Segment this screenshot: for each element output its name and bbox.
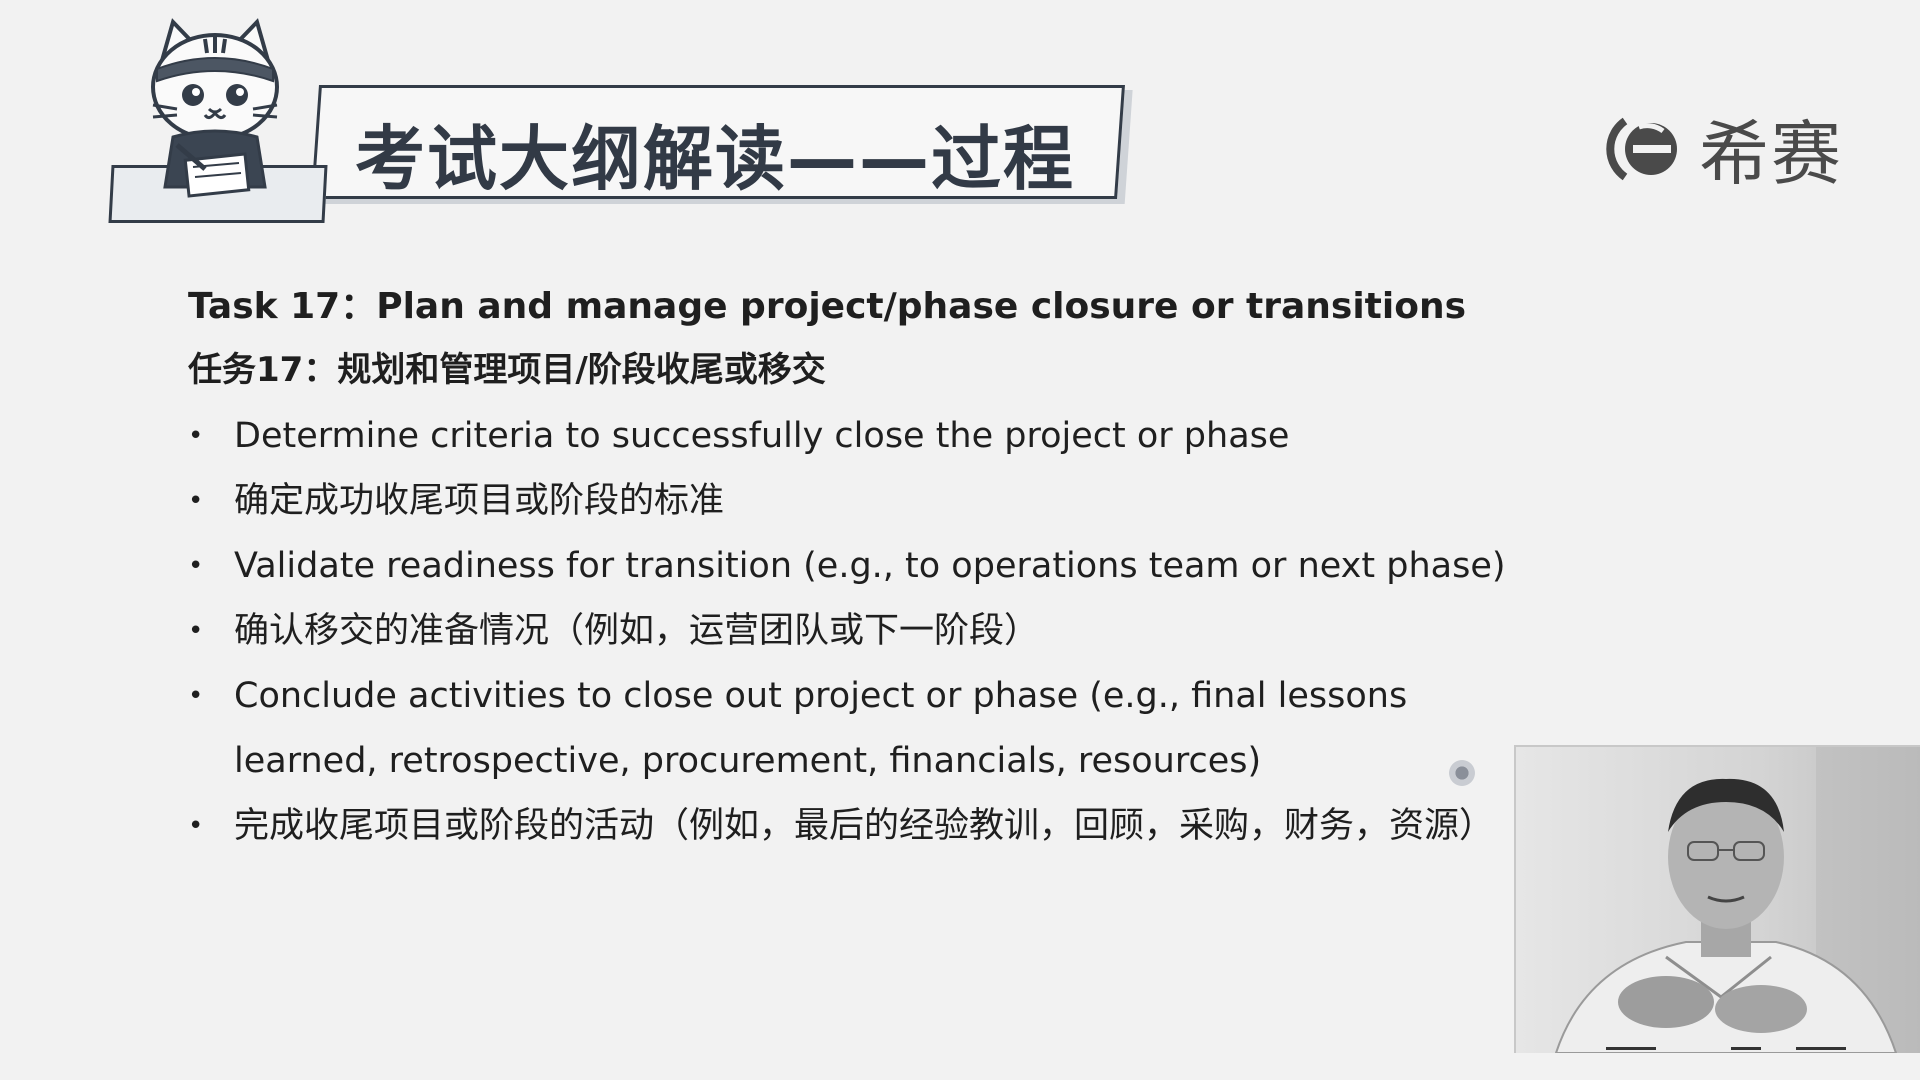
bullet-dot-icon: • — [188, 421, 204, 451]
task-title-en: Task 17：Plan and manage project/phase cl… — [188, 286, 1467, 327]
bullet-text: 确定成功收尾项目或阶段的标准 — [234, 481, 725, 521]
pointer-highlight-icon — [1447, 758, 1477, 788]
bullet-dot-icon: • — [188, 551, 204, 581]
bullet-dot-icon: • — [188, 811, 204, 841]
bullet-text: Determine criteria to successfully close… — [234, 416, 1290, 456]
bullet-dot-icon: • — [188, 681, 204, 711]
bullet-item: • 确定成功收尾项目或阶段的标准 — [188, 469, 1518, 534]
bullet-item: • 完成收尾项目或阶段的活动（例如，最后的经验教训，回顾，采购，财务，资源） — [188, 794, 1518, 859]
bullet-list: • Determine criteria to successfully clo… — [188, 404, 1518, 859]
page-title: 考试大纲解读——过程 — [355, 118, 1075, 200]
bullet-text: 确认移交的准备情况（例如，运营团队或下一阶段） — [234, 611, 1040, 651]
bullet-text: Conclude activities to close out project… — [234, 676, 1408, 781]
bullet-text: Validate readiness for transition (e.g.,… — [234, 546, 1506, 586]
brand-logo: 希赛 — [1605, 98, 1843, 199]
webcam-overlay[interactable] — [1514, 745, 1920, 1053]
bullet-text: 完成收尾项目或阶段的活动（例如，最后的经验教训，回顾，采购，财务，资源） — [234, 806, 1495, 846]
logo-text: 希赛 — [1699, 113, 1843, 195]
presenter-video-icon — [1516, 747, 1920, 1053]
logo-e-icon — [1606, 117, 1677, 180]
header-banner: 考试大纲解读——过程 — [108, 18, 1130, 223]
bullet-item: • Determine criteria to successfully clo… — [188, 404, 1518, 469]
bullet-item: • Conclude activities to close out proje… — [188, 664, 1518, 794]
cat-mascot-icon — [151, 18, 279, 198]
bullet-item: • Validate readiness for transition (e.g… — [188, 534, 1518, 599]
slide-content: Task 17：Plan and manage project/phase cl… — [188, 278, 1518, 859]
task-title-zh: 任务17：规划和管理项目/阶段收尾或移交 — [188, 350, 826, 390]
bullet-item: • 确认移交的准备情况（例如，运营团队或下一阶段） — [188, 599, 1518, 664]
bullet-dot-icon: • — [188, 486, 204, 516]
bullet-dot-icon: • — [188, 616, 204, 646]
